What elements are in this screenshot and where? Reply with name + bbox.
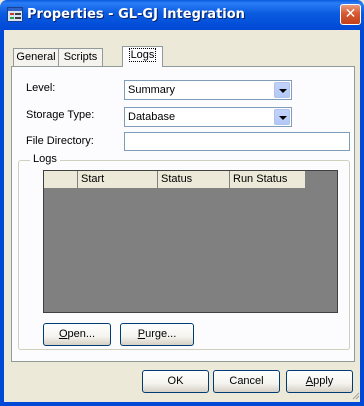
tab-logs[interactable]: Logs: [122, 46, 163, 67]
storage-type-label: Storage Type:: [26, 109, 95, 121]
storage-type-select-value: Database: [128, 111, 176, 123]
level-dropdown-button[interactable]: [274, 82, 290, 98]
tab-logs-label: Logs: [128, 48, 157, 62]
tab-general[interactable]: General: [13, 48, 59, 66]
level-label: Level:: [26, 82, 56, 94]
tab-scripts[interactable]: Scripts: [58, 48, 103, 66]
purge-button[interactable]: Purge...: [120, 323, 194, 346]
ok-button[interactable]: OK: [142, 370, 209, 393]
open-button[interactable]: Open...: [43, 323, 111, 346]
storage-type-select[interactable]: Database: [124, 107, 292, 127]
column-header-start[interactable]: Start: [78, 171, 158, 189]
open-button-label: pen...: [67, 328, 96, 340]
apply-button-mnemonic: A: [305, 375, 314, 387]
apply-button[interactable]: Apply: [286, 370, 353, 393]
file-directory-input[interactable]: [124, 132, 350, 151]
file-directory-label: File Directory:: [26, 135, 94, 147]
tab-general-label: General: [16, 51, 56, 63]
cancel-button-label: Cancel: [229, 375, 264, 387]
level-select-value: Summary: [128, 84, 176, 96]
window-title: Properties - GL-GJ Integration: [27, 7, 245, 22]
close-icon: ✕: [344, 6, 357, 22]
window-frame-bottom: [0, 402, 364, 406]
level-select[interactable]: Summary: [124, 80, 292, 100]
column-header-run-status[interactable]: Run Status: [230, 171, 306, 189]
tab-scripts-label: Scripts: [63, 51, 98, 63]
chevron-down-icon: [279, 116, 287, 120]
properties-window-icon: [7, 7, 23, 22]
chevron-down-icon: [279, 89, 287, 93]
purge-button-mnemonic: P: [137, 328, 146, 340]
purge-button-label: urge...: [145, 328, 177, 340]
open-button-mnemonic: O: [58, 328, 68, 340]
resize-grip-icon[interactable]: [352, 392, 360, 400]
close-button[interactable]: ✕: [340, 4, 361, 25]
cancel-button[interactable]: Cancel: [213, 370, 280, 393]
apply-button-label: pply: [313, 375, 334, 387]
logs-group-label: Logs: [30, 153, 60, 165]
logs-grid[interactable]: Start Status Run Status: [43, 170, 338, 313]
window-frame-right: [360, 30, 364, 406]
storage-type-dropdown-button[interactable]: [274, 109, 290, 125]
title-bar[interactable]: Properties - GL-GJ Integration ✕: [0, 0, 364, 30]
column-header-status[interactable]: Status: [158, 171, 230, 189]
window-frame-left: [0, 30, 4, 406]
ok-button-label: OK: [167, 375, 184, 387]
column-header-selector[interactable]: [44, 171, 78, 189]
